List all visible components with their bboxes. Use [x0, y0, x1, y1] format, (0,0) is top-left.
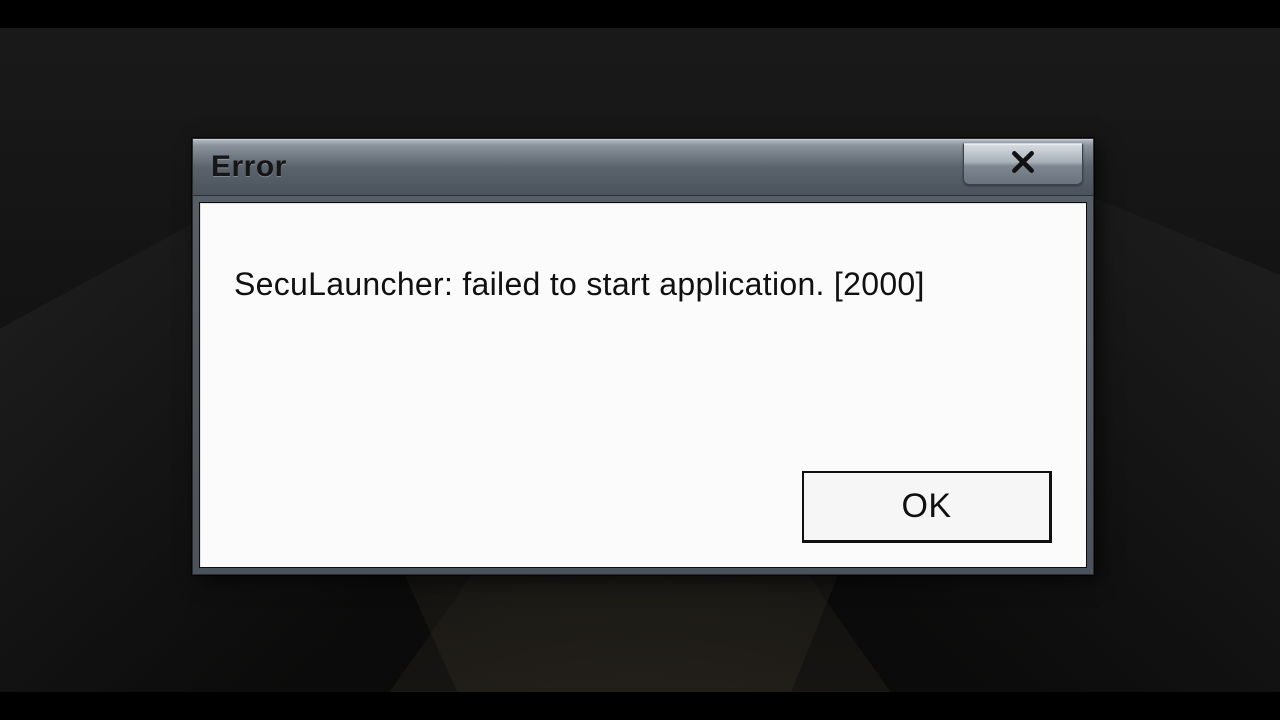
letterbox-top [0, 0, 1280, 28]
dialog-frame: SecuLauncher: failed to start applicatio… [193, 196, 1093, 574]
close-button[interactable] [963, 143, 1083, 185]
dialog-title: Error [211, 150, 287, 184]
dialog-titlebar[interactable]: Error [193, 139, 1093, 196]
dialog-button-row: OK [802, 471, 1052, 543]
error-message: SecuLauncher: failed to start applicatio… [234, 263, 1052, 306]
ok-button[interactable]: OK [802, 471, 1052, 543]
letterbox-bottom [0, 692, 1280, 720]
close-icon [1010, 149, 1036, 180]
dialog-client-area: SecuLauncher: failed to start applicatio… [199, 202, 1087, 568]
error-dialog: Error SecuLauncher: failed to start appl… [192, 138, 1094, 575]
